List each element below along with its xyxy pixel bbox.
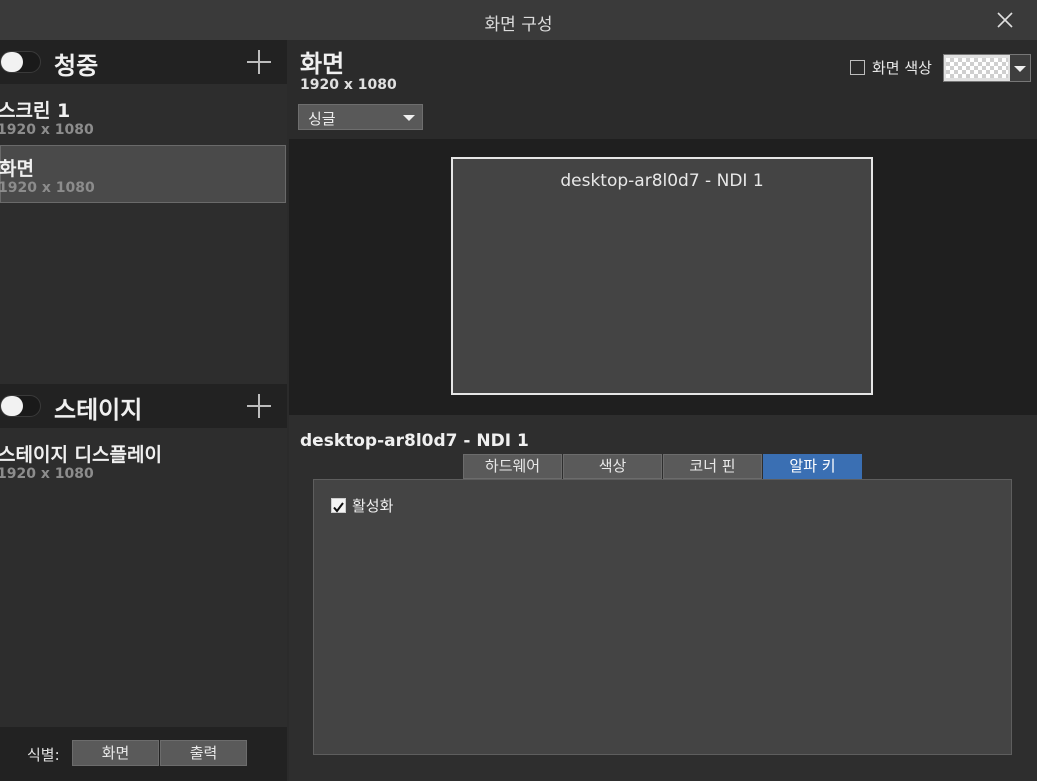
tab-corner-pin[interactable]: 코너 핀 <box>663 454 762 479</box>
screen-item-stage-display[interactable]: 스테이지 디스플레이 1920 x 1080 <box>0 432 287 490</box>
screen-item-screen1[interactable]: 스크린 1 1920 x 1080 <box>0 88 287 146</box>
source-name: desktop-ar8l0d7 - NDI 1 <box>300 431 529 451</box>
screen-item-name: 스테이지 디스플레이 <box>0 444 162 466</box>
audience-section-title: 청중 <box>54 52 99 80</box>
identify-output-button[interactable]: 출력 <box>160 740 247 766</box>
screen-preview: desktop-ar8l0d7 - NDI 1 <box>289 139 1037 415</box>
layer-properties: desktop-ar8l0d7 - NDI 1 하드웨어 색상 코너 핀 알파 … <box>289 415 1037 781</box>
check-icon <box>333 502 344 513</box>
layout-mode-bar: 싱글 <box>289 96 1037 139</box>
toggle-knob <box>1 396 23 416</box>
identify-screen-button[interactable]: 화면 <box>72 740 159 766</box>
screen-title: 화면 <box>300 50 345 78</box>
screen-item-name: 화면 <box>0 158 34 180</box>
toggle-knob <box>1 52 23 72</box>
audience-toggle[interactable] <box>0 51 41 73</box>
screens-sidebar: 청중 스크린 1 1920 x 1080 화면 1920 x 1080 스테이지… <box>0 40 287 781</box>
preview-layer-caption: desktop-ar8l0d7 - NDI 1 <box>560 171 764 191</box>
tab-hardware[interactable]: 하드웨어 <box>463 454 562 479</box>
close-icon[interactable] <box>995 10 1015 30</box>
audience-section-header: 청중 <box>0 40 287 84</box>
layout-mode-value: 싱글 <box>308 110 336 128</box>
screen-color-picker[interactable] <box>943 54 1031 82</box>
tab-alpha-key[interactable]: 알파 키 <box>763 454 862 479</box>
screen-item-res: 1920 x 1080 <box>0 122 94 138</box>
layout-mode-select[interactable]: 싱글 <box>298 104 423 130</box>
title-bar: 화면 구성 <box>0 0 1037 40</box>
screen-item-res: 1920 x 1080 <box>0 466 94 482</box>
identify-bar: 식별: 화면 출력 <box>0 727 287 781</box>
add-audience-screen-icon[interactable] <box>245 48 273 76</box>
stage-toggle[interactable] <box>0 395 41 417</box>
screen-item-res: 1920 x 1080 <box>0 180 95 196</box>
enable-checkbox[interactable] <box>331 498 346 513</box>
screen-item-name: 스크린 1 <box>0 100 71 122</box>
chevron-down-icon <box>403 115 415 121</box>
screen-color-label: 화면 색상 <box>872 59 932 77</box>
tab-color[interactable]: 색상 <box>563 454 662 479</box>
window-title: 화면 구성 <box>484 15 553 35</box>
transparent-swatch <box>946 58 1008 78</box>
screen-color-checkbox[interactable] <box>850 60 865 75</box>
screen-header: 화면 1920 x 1080 화면 색상 <box>289 40 1037 96</box>
screen-resolution: 1920 x 1080 <box>300 77 397 93</box>
chevron-down-icon <box>1010 55 1030 81</box>
add-stage-screen-icon[interactable] <box>245 392 273 420</box>
alpha-key-panel: 활성화 <box>313 479 1012 755</box>
stage-section-header: 스테이지 <box>0 384 287 428</box>
stage-section-title: 스테이지 <box>54 396 143 424</box>
preview-layer[interactable]: desktop-ar8l0d7 - NDI 1 <box>451 157 873 395</box>
identify-label: 식별: <box>27 746 60 764</box>
enable-label: 활성화 <box>352 497 394 515</box>
screen-item-screen[interactable]: 화면 1920 x 1080 <box>0 145 286 203</box>
